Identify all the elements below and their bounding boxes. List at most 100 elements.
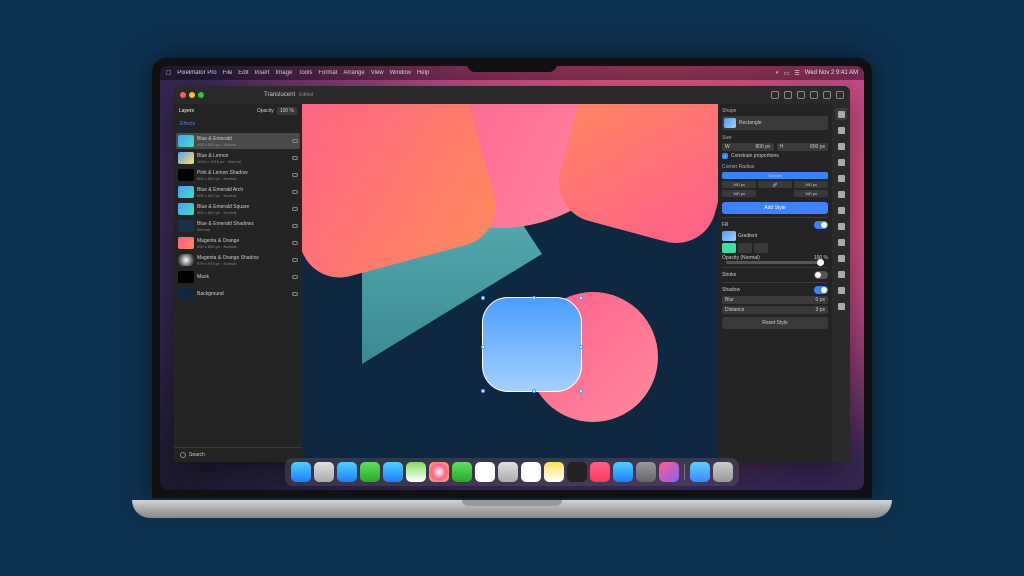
fill-type-swatch[interactable]	[722, 231, 736, 241]
dock-notes[interactable]	[544, 462, 564, 482]
visibility-icon[interactable]	[292, 173, 298, 177]
canvas-shape-selected[interactable]	[482, 297, 582, 392]
visibility-icon[interactable]	[292, 156, 298, 160]
minimize-button[interactable]	[189, 92, 195, 98]
dock-trash[interactable]	[713, 462, 733, 482]
selection-handle[interactable]	[481, 345, 485, 349]
selection-handle[interactable]	[579, 345, 583, 349]
layers-tab[interactable]: Layers	[179, 108, 194, 114]
corner-bl[interactable]: 160 px	[722, 190, 756, 197]
layer-row[interactable]: Blue & Emerald Square 800 x 800 px · Nor…	[176, 201, 300, 217]
stroke-toggle[interactable]	[814, 271, 828, 279]
dock-safari[interactable]	[337, 462, 357, 482]
layer-row[interactable]: Magenta & Orange Shadow 979 x 979 px · N…	[176, 252, 300, 268]
control-center-icon[interactable]: ☰	[794, 70, 799, 77]
dock-settings[interactable]	[636, 462, 656, 482]
menu-view[interactable]: View	[371, 70, 384, 76]
gradient-stop-2[interactable]	[738, 243, 752, 253]
tool-text[interactable]	[835, 236, 847, 248]
tool-shape[interactable]	[835, 220, 847, 232]
dock-reminders[interactable]	[521, 462, 541, 482]
zoom-icon[interactable]	[771, 91, 779, 99]
layers-search[interactable]: Search	[174, 447, 302, 462]
reset-style-button[interactable]: Reset Style	[722, 317, 828, 329]
menu-help[interactable]: Help	[417, 70, 429, 76]
layer-row[interactable]: Mask	[176, 269, 300, 285]
dock-messages[interactable]	[360, 462, 380, 482]
shadow-blur[interactable]: Blur0 px	[722, 296, 828, 304]
selection-handle[interactable]	[481, 296, 485, 300]
visibility-icon[interactable]	[292, 258, 298, 262]
opacity-value[interactable]: 100 %	[277, 107, 297, 115]
menu-image[interactable]: Image	[276, 70, 293, 76]
canvas-shape-top-right[interactable]	[550, 104, 718, 252]
dock-facetime[interactable]	[452, 462, 472, 482]
inspector-icon[interactable]	[823, 91, 831, 99]
visibility-icon[interactable]	[292, 275, 298, 279]
visibility-icon[interactable]	[292, 190, 298, 194]
visibility-icon[interactable]	[292, 224, 298, 228]
selection-handle[interactable]	[532, 389, 536, 393]
layer-row[interactable]: Pink & Lemon Shadow 800 x 800 px · Norma…	[176, 167, 300, 183]
export-icon[interactable]	[797, 91, 805, 99]
selection-handle[interactable]	[579, 389, 583, 393]
tool-color[interactable]	[835, 156, 847, 168]
menu-format[interactable]: Format	[318, 70, 337, 76]
apple-menu-icon[interactable]: 	[166, 70, 171, 77]
menubar-datetime[interactable]: Wed Nov 2 9:41 AM	[805, 70, 858, 76]
tool-pen[interactable]	[835, 252, 847, 264]
dock-pixelmator[interactable]	[659, 462, 679, 482]
layer-row[interactable]: Blue & Emerald Shadows Normal	[176, 218, 300, 234]
selection-handle[interactable]	[579, 296, 583, 300]
tool-paint[interactable]	[835, 188, 847, 200]
dock-launchpad[interactable]	[314, 462, 334, 482]
dock-photos[interactable]	[429, 462, 449, 482]
effects-row[interactable]: Effects	[174, 118, 302, 130]
dock-tv[interactable]	[567, 462, 587, 482]
share-icon[interactable]	[784, 91, 792, 99]
dock-contacts[interactable]	[498, 462, 518, 482]
corner-tr[interactable]: 160 px	[794, 181, 828, 188]
menu-window[interactable]: Window	[390, 70, 411, 76]
layer-row[interactable]: Blue & Emerald 800 x 800 px · Normal	[176, 133, 300, 149]
corner-br[interactable]: 160 px	[794, 190, 828, 197]
tool-arrange[interactable]	[835, 108, 847, 120]
sidebar-right-icon[interactable]	[810, 91, 818, 99]
layer-row[interactable]: Blue & Lemon 1016 x 1016 px · Normal	[176, 150, 300, 166]
fill-toggle[interactable]	[814, 221, 828, 229]
corner-tl[interactable]: 160 px	[722, 181, 756, 188]
close-button[interactable]	[180, 92, 186, 98]
fill-opacity-slider[interactable]	[726, 261, 824, 264]
dock-music[interactable]	[590, 462, 610, 482]
width-field[interactable]: W800 px	[722, 143, 774, 151]
menu-edit[interactable]: Edit	[238, 70, 248, 76]
menu-insert[interactable]: Insert	[255, 70, 270, 76]
dock-finder[interactable]	[291, 462, 311, 482]
dock-appstore[interactable]	[613, 462, 633, 482]
dock-maps[interactable]	[406, 462, 426, 482]
layer-row[interactable]: Blue & Emerald Arch 800 x 600 px · Norma…	[176, 184, 300, 200]
gradient-angle[interactable]	[754, 243, 768, 253]
tool-erase[interactable]	[835, 204, 847, 216]
canvas[interactable]	[302, 104, 718, 462]
selection-handle[interactable]	[532, 296, 536, 300]
dock-mail[interactable]	[383, 462, 403, 482]
sidebar-left-icon[interactable]	[836, 91, 844, 99]
gradient-stop-1[interactable]	[722, 243, 736, 253]
selection-handle[interactable]	[481, 389, 485, 393]
layer-row[interactable]: Background	[176, 286, 300, 302]
menu-tools[interactable]: Tools	[298, 70, 312, 76]
dock-calendar[interactable]	[475, 462, 495, 482]
menu-arrange[interactable]: Arrange	[343, 70, 364, 76]
dock-downloads[interactable]	[690, 462, 710, 482]
add-style-button[interactable]: Add Style	[722, 202, 828, 214]
tool-zoom[interactable]	[835, 268, 847, 280]
battery-icon[interactable]: ▭	[784, 70, 790, 77]
menu-file[interactable]: File	[223, 70, 233, 76]
corner-link-icon[interactable]: 🔗	[758, 181, 792, 188]
tool-style[interactable]	[835, 124, 847, 136]
tool-export[interactable]	[835, 300, 847, 312]
constrain-checkbox[interactable]: ✓	[722, 153, 728, 159]
visibility-icon[interactable]	[292, 292, 298, 296]
visibility-icon[interactable]	[292, 241, 298, 245]
